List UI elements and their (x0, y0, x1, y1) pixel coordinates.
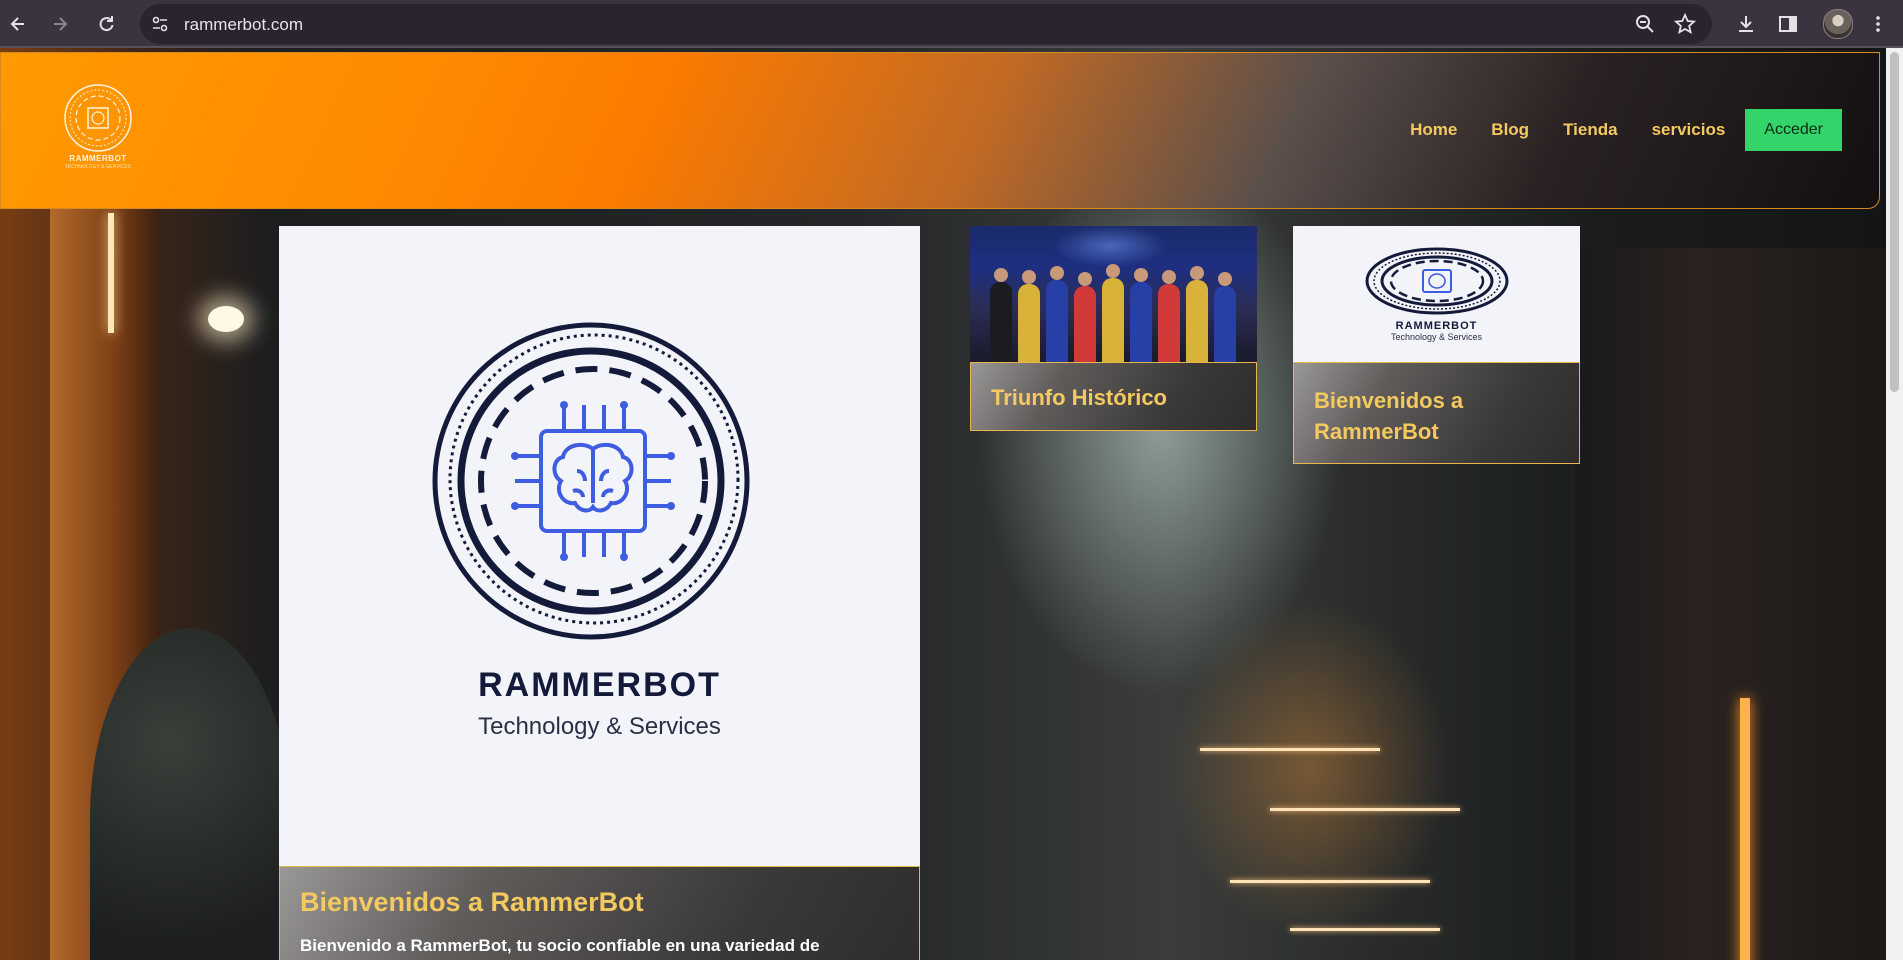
background-light-line (1230, 880, 1430, 883)
nav-home[interactable]: Home (1410, 120, 1457, 140)
url-text[interactable]: rammerbot.com (184, 15, 303, 35)
login-button[interactable]: Acceder (1745, 109, 1842, 151)
rammerbot-logo-icon (64, 84, 132, 152)
download-icon[interactable] (1728, 6, 1764, 42)
background-lamp (208, 306, 244, 332)
small-logo-image: RAMMERBOT Technology & Services (1293, 226, 1580, 362)
header-logo-tagline: TECHNOLOGY & SERVICES (64, 164, 132, 170)
background-light-line (1270, 808, 1460, 811)
page-scrollbar[interactable] (1886, 48, 1903, 960)
featured-card-logo-brand: RAMMERBOT (478, 666, 721, 704)
forward-icon[interactable] (42, 6, 78, 42)
nav-blog[interactable]: Blog (1491, 120, 1529, 140)
small-logo-brand: RAMMERBOT (1395, 320, 1478, 332)
nav-servicios[interactable]: servicios (1652, 120, 1726, 140)
star-icon[interactable] (1674, 13, 1696, 35)
featured-card-logo-tagline: Technology & Services (478, 713, 721, 740)
rammerbot-logo-icon (1365, 247, 1509, 315)
zoom-icon[interactable] (1634, 13, 1656, 35)
rammerbot-logo-icon (432, 322, 750, 640)
header-logo-brand: RAMMERBOT (69, 154, 127, 163)
background-glow (1740, 698, 1750, 960)
welcome-card-caption: Bienvenidos a RammerBot (1293, 362, 1580, 464)
featured-post-card[interactable]: RAMMERBOT Technology & Services Bienveni… (279, 226, 920, 960)
profile-avatar[interactable] (1823, 9, 1853, 39)
photo-card-caption: Triunfo Histórico (970, 362, 1257, 431)
featured-card-title[interactable]: Bienvenidos a RammerBot (300, 887, 899, 918)
post-card-bienvenidos[interactable]: RAMMERBOT Technology & Services Bienveni… (1293, 226, 1580, 464)
featured-card-caption: Bienvenidos a RammerBot Bienvenido a Ram… (279, 866, 920, 960)
address-bar[interactable]: rammerbot.com (140, 4, 1712, 44)
photo-card-title[interactable]: Triunfo Histórico (991, 385, 1236, 411)
post-card-triunfo[interactable]: Triunfo Histórico (970, 226, 1257, 431)
site-info-icon[interactable] (150, 14, 170, 34)
background-light-line (1290, 928, 1440, 931)
team-photo-image (970, 226, 1257, 362)
featured-card-excerpt: Bienvenido a RammerBot, tu socio confiab… (300, 936, 820, 955)
site-header: RAMMERBOT TECHNOLOGY & SERVICES Home Blo… (0, 52, 1880, 209)
background-light-strip (108, 213, 114, 333)
nav-tienda[interactable]: Tienda (1563, 120, 1617, 140)
small-logo-tagline: Technology & Services (1390, 332, 1483, 342)
back-icon[interactable] (0, 6, 36, 42)
background-facade (1575, 248, 1886, 960)
menu-icon[interactable] (1860, 6, 1896, 42)
background-light-line (1200, 748, 1380, 751)
main-nav: Home Blog Tienda servicios Acceder (1410, 109, 1879, 151)
scrollbar-thumb[interactable] (1890, 52, 1899, 392)
reload-icon[interactable] (88, 6, 124, 42)
browser-toolbar: rammerbot.com (0, 0, 1903, 48)
side-panel-icon[interactable] (1770, 6, 1806, 42)
header-logo[interactable]: RAMMERBOT TECHNOLOGY & SERVICES (63, 83, 133, 170)
welcome-card-title[interactable]: Bienvenidos a RammerBot (1314, 385, 1559, 447)
